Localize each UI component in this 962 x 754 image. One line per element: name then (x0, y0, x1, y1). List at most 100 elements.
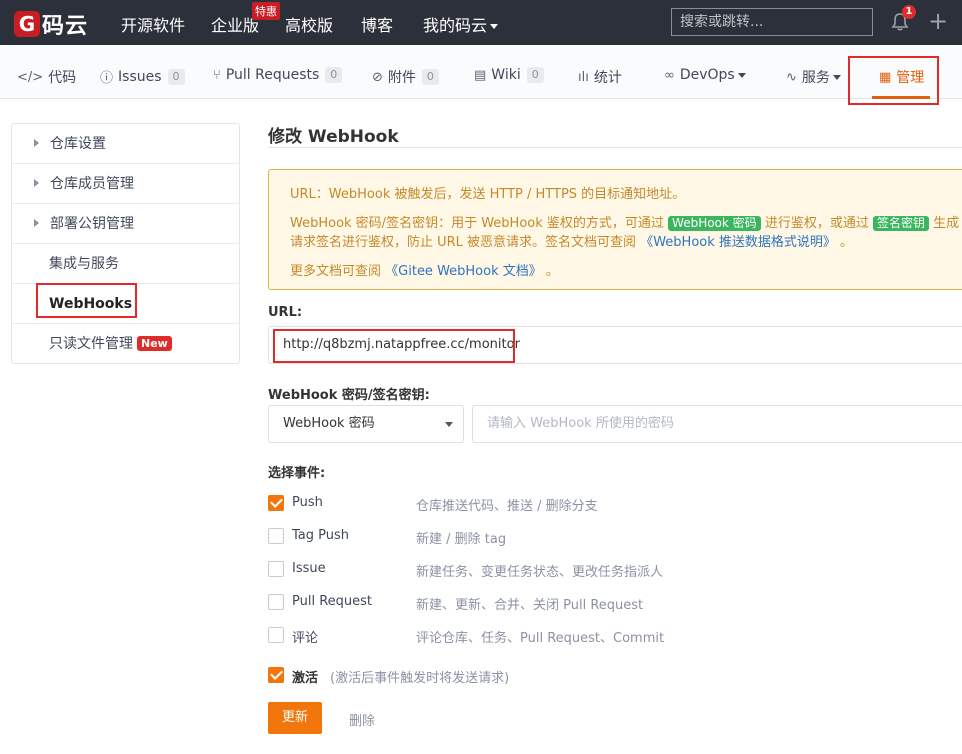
tab-services[interactable]: ∿ 服务 (786, 67, 841, 87)
tab-attachments[interactable]: ⊘ 附件 0 (372, 67, 439, 87)
notice-text: WebHook 密码/签名密钥：用于 WebHook 鉴权的方式，可通过 (290, 216, 664, 231)
tab-label: Pull Requests (225, 67, 320, 83)
notice-text: 进行鉴权，或通过 (764, 216, 869, 231)
notification-count: 1 (902, 5, 916, 19)
tab-issues[interactable]: ⓘ Issues 0 (100, 67, 185, 86)
sidebar-item-integrations[interactable]: 集成与服务 (12, 244, 239, 284)
update-button[interactable]: 更新 (268, 702, 322, 734)
notice-text: 请求签名进行鉴权，防止 URL 被恶意请求。签名文档可查阅 (290, 235, 637, 250)
info-notice: URL：WebHook 被触发后，发送 HTTP / HTTPS 的目标通知地址… (268, 169, 962, 290)
secret-input[interactable]: 请输入 WebHook 所使用的密码 (472, 405, 962, 443)
gitee-logo[interactable]: G 码云 (14, 8, 88, 40)
settings-sidebar: 仓库设置 仓库成员管理 部署公钥管理 集成与服务 WebHooks 只读文件管理… (11, 123, 240, 364)
pull-request-icon: ⑂ (213, 67, 221, 83)
sidebar-item-label: 部署公钥管理 (50, 216, 134, 232)
notice-line: 请求签名进行鉴权，防止 URL 被恶意请求。签名文档可查阅 《WebHook 推… (290, 231, 853, 250)
repo-tabs: </> 代码 ⓘ Issues 0 ⑂ Pull Requests 0 ⊘ 附件… (0, 45, 962, 99)
tab-count: 0 (526, 67, 544, 83)
tab-wiki[interactable]: ▤ Wiki 0 (474, 67, 544, 83)
tab-statistics[interactable]: ılı 统计 (578, 67, 622, 87)
notice-line: URL：WebHook 被触发后，发送 HTTP / HTTPS 的目标通知地址… (290, 187, 686, 202)
caret-right-icon (34, 179, 39, 187)
event-comment: 评论 评论仓库、任务、Pull Request、Commit (268, 626, 958, 646)
tab-devops[interactable]: ∞ DevOps (664, 67, 746, 83)
event-name: Tag Push (292, 528, 350, 543)
event-issue: Issue 新建任务、变更任务状态、更改任务指派人 (268, 560, 958, 580)
tab-count: 0 (325, 67, 343, 83)
sidebar-item-repo-settings[interactable]: 仓库设置 (12, 124, 239, 164)
secret-type-value: WebHook 密码 (283, 416, 375, 431)
comment-checkbox[interactable] (268, 627, 284, 643)
event-tag-push: Tag Push 新建 / 删除 tag (268, 527, 958, 547)
highlight-box-webhooks (36, 283, 137, 318)
sidebar-item-label: 集成与服务 (49, 256, 119, 272)
event-desc: 新建、更新、合并、关闭 Pull Request (416, 598, 644, 613)
sidebar-item-members[interactable]: 仓库成员管理 (12, 164, 239, 204)
tab-label: 服务 (801, 70, 830, 86)
push-checkbox[interactable] (268, 495, 284, 511)
nav-education[interactable]: 高校版 (285, 12, 333, 36)
activate-checkbox[interactable] (268, 667, 284, 683)
nav-my-gitee[interactable]: 我的码云 (423, 12, 499, 36)
activate-row: 激活 (激活后事件触发时将发送请求) (268, 666, 958, 686)
new-badge: New (137, 336, 172, 351)
notice-text: 。 (840, 235, 854, 250)
sidebar-item-readonly-files[interactable]: 只读文件管理 New (12, 324, 239, 364)
issue-checkbox[interactable] (268, 561, 284, 577)
event-name: Push (292, 495, 323, 510)
webhook-format-doc-link[interactable]: 《WebHook 推送数据格式说明》 (640, 235, 836, 250)
notice-line: WebHook 密码/签名密钥：用于 WebHook 鉴权的方式，可通过 Web… (290, 212, 959, 231)
tab-label: DevOps (679, 67, 735, 83)
sidebar-item-label: 仓库设置 (50, 136, 106, 152)
event-desc: 新建任务、变更任务状态、更改任务指派人 (416, 565, 664, 580)
infinity-icon: ∞ (664, 67, 675, 83)
event-desc: 评论仓库、任务、Pull Request、Commit (416, 631, 665, 646)
divider (268, 147, 962, 148)
event-name: Pull Request (292, 594, 373, 609)
tag-push-checkbox[interactable] (268, 528, 284, 544)
plus-icon[interactable]: + (928, 9, 948, 33)
events-label: 选择事件: (268, 466, 326, 481)
event-name: Issue (292, 561, 326, 576)
caret-right-icon (34, 139, 39, 147)
notice-text: 。 (545, 264, 559, 279)
logo-text: 码云 (42, 14, 89, 39)
tab-count: 0 (167, 68, 185, 85)
tab-pull-requests[interactable]: ⑂ Pull Requests 0 (213, 67, 343, 83)
tab-label: 统计 (593, 70, 622, 86)
page-title: 修改 WebHook (268, 127, 399, 147)
event-desc: 仓库推送代码、推送 / 删除分支 (416, 499, 598, 514)
gitee-webhook-doc-link[interactable]: 《Gitee WebHook 文档》 (385, 264, 542, 279)
pulse-icon: ∿ (786, 69, 797, 85)
bar-chart-icon: ılı (578, 69, 589, 85)
delete-button[interactable]: 删除 (349, 710, 375, 729)
issue-icon: ⓘ (100, 71, 114, 86)
sidebar-item-label: 仓库成员管理 (50, 176, 134, 192)
chevron-down-icon (490, 24, 499, 29)
code-icon: </> (17, 69, 44, 85)
search-input[interactable]: 搜索或跳转... (671, 8, 873, 36)
nav-blog[interactable]: 博客 (361, 12, 393, 36)
highlight-box-manage-tab (848, 56, 939, 105)
tag-signing-key: 签名密钥 (872, 216, 929, 231)
secret-type-select[interactable]: WebHook 密码 (268, 405, 464, 443)
tab-label: 附件 (387, 70, 416, 86)
tab-code[interactable]: </> 代码 (17, 67, 76, 87)
caret-right-icon (34, 219, 39, 227)
chevron-down-icon (445, 422, 453, 427)
event-desc: 新建 / 删除 tag (416, 532, 507, 547)
nav-my-gitee-label: 我的码云 (423, 16, 488, 35)
secret-label: WebHook 密码/签名密钥: (268, 388, 430, 403)
top-navbar: G 码云 开源软件 企业版 特惠 高校版 博客 我的码云 搜索或跳转... 1 … (0, 0, 962, 45)
sidebar-item-label: 只读文件管理 (49, 336, 133, 352)
pull-request-checkbox[interactable] (268, 594, 284, 610)
promo-badge: 特惠 (252, 2, 280, 20)
event-pull-request: Pull Request 新建、更新、合并、关闭 Pull Request (268, 593, 958, 613)
notice-line: 更多文档可查阅 《Gitee WebHook 文档》 。 (290, 260, 559, 279)
event-push: Push 仓库推送代码、推送 / 删除分支 (268, 494, 958, 514)
sidebar-item-deploy-keys[interactable]: 部署公钥管理 (12, 204, 239, 244)
nav-open-source[interactable]: 开源软件 (121, 12, 185, 36)
chevron-down-icon (737, 72, 746, 78)
tab-count: 0 (421, 69, 439, 85)
wiki-icon: ▤ (474, 67, 487, 83)
